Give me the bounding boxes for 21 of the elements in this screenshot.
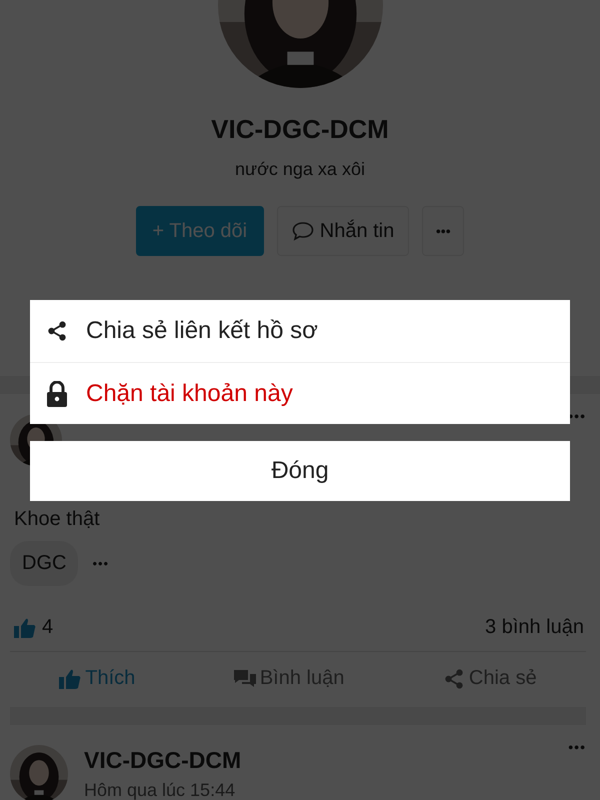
post-author[interactable]: VIC-DGC-DCM bbox=[84, 747, 242, 774]
more-button[interactable]: ••• bbox=[422, 206, 464, 256]
post-menu-button[interactable]: ••• bbox=[568, 739, 586, 755]
post-text: Khoe thật bbox=[14, 508, 101, 531]
profile-bio: nước nga xa xôi bbox=[235, 159, 365, 180]
share-icon bbox=[442, 668, 465, 690]
message-button[interactable]: Nhắn tin bbox=[276, 206, 410, 256]
like-action-button[interactable]: Thích bbox=[53, 666, 142, 691]
close-button[interactable]: Đóng bbox=[30, 441, 570, 501]
follow-button[interactable]: + Theo dõi bbox=[136, 206, 264, 256]
thumbs-up-icon bbox=[59, 668, 82, 688]
profile-name: VIC-DGC-DCM bbox=[211, 114, 389, 145]
like-count: 4 bbox=[42, 616, 54, 639]
lock-icon bbox=[46, 380, 68, 406]
more-tags-button[interactable]: ••• bbox=[92, 556, 110, 571]
thumbs-up-icon bbox=[14, 618, 36, 638]
comment-count[interactable]: 3 bình luận bbox=[485, 616, 584, 639]
speech-bubble-icon bbox=[292, 221, 314, 241]
share-icon bbox=[46, 320, 68, 342]
chat-bubbles-icon bbox=[234, 668, 256, 688]
tag-chip[interactable]: DGC bbox=[10, 541, 78, 586]
